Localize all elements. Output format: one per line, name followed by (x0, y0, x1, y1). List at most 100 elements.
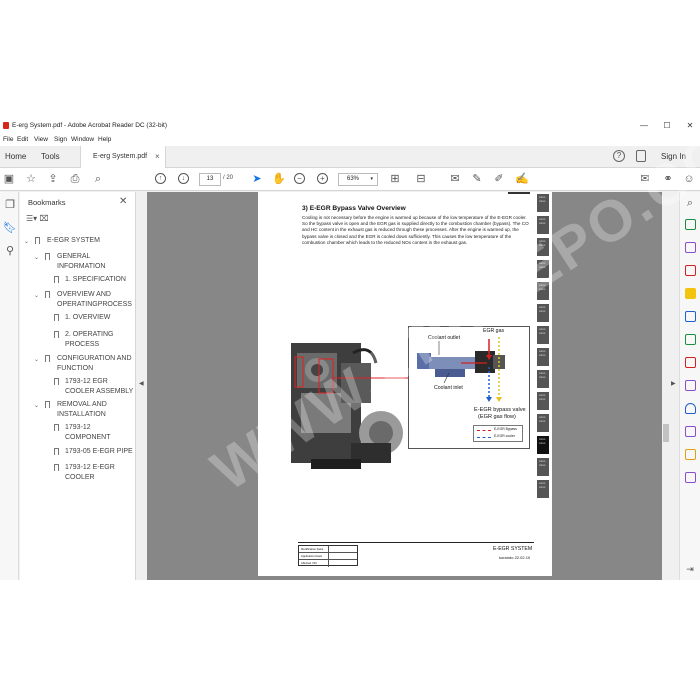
previous-page-icon[interactable]: ↑ (155, 173, 166, 184)
search-icon[interactable]: ⌕ (91, 172, 105, 186)
fill-sign-icon[interactable]: ✍ (515, 172, 529, 186)
legend-cooler-label: E-EGR cooler (494, 434, 515, 438)
chapter-tab: ▭▭ ▭▭ (536, 457, 550, 477)
vertical-scrollbar[interactable] (662, 192, 670, 580)
collapse-right-panel-icon[interactable]: ▶ (671, 380, 676, 387)
bookmark-icon (45, 401, 50, 408)
hand-tool-icon[interactable]: ✋ (272, 172, 286, 186)
menu-edit[interactable]: Edit (17, 136, 28, 143)
chevron-down-icon[interactable]: ⌄ (24, 238, 29, 245)
tab-home[interactable]: Home (5, 146, 26, 168)
export-pdf-icon[interactable] (685, 219, 696, 230)
menu-window[interactable]: Window (71, 136, 94, 143)
help-icon[interactable]: ? (613, 150, 625, 162)
close-bookmarks-button[interactable]: ✕ (119, 196, 127, 207)
chapter-tab: ▭▭ ▭▭ (536, 391, 550, 411)
collapse-left-panel-icon[interactable]: ◀ (139, 380, 144, 387)
menu-file[interactable]: File (3, 136, 13, 143)
bookmark-options-icon[interactable]: ☰▾ ⌧ (26, 214, 49, 223)
chapter-tab-active: ▭▭ ▭▭ (536, 435, 550, 455)
zoom-in-icon[interactable]: + (317, 173, 328, 184)
acrobat-window: E-erg System.pdf - Adobe Acrobat Reader … (0, 118, 700, 580)
chapter-tab: ▭▭ ▭▭ (536, 325, 550, 345)
attachments-icon[interactable]: ⚲ (3, 244, 17, 258)
footer-revision-table: Modification basis Application basis Aff… (298, 545, 358, 567)
more-tools-icon[interactable] (685, 472, 696, 483)
draw-icon[interactable]: ✐ (492, 172, 506, 186)
diagram-legend: E-EGR Bypass E-EGR cooler (473, 425, 523, 442)
bookmark-item[interactable]: CONFIGURATION AND FUNCTION (57, 354, 135, 374)
next-page-icon[interactable]: ↓ (178, 173, 189, 184)
send-for-signature-icon[interactable] (685, 426, 696, 437)
tab-tools[interactable]: Tools (41, 146, 60, 168)
menu-help[interactable]: Help (98, 136, 111, 143)
bookmark-icon (54, 448, 59, 455)
acrobat-logo-icon (3, 122, 9, 129)
redact-icon[interactable] (685, 357, 696, 368)
chevron-down-icon[interactable]: ⌄ (34, 402, 39, 409)
fill-sign-tool-icon[interactable] (685, 380, 696, 391)
legend-cooler-swatch (477, 437, 491, 438)
chapter-tab: ▭▭ ▭▭ (536, 413, 550, 433)
bookmark-icon (35, 237, 40, 244)
chevron-down-icon[interactable]: ⌄ (34, 292, 39, 299)
scroll-mode-icon[interactable]: ⊟ (414, 172, 428, 186)
footer-row: Application basis (299, 553, 357, 560)
menu-sign[interactable]: Sign (54, 136, 67, 143)
chevron-down-icon[interactable]: ⌄ (34, 254, 39, 261)
edit-pdf-icon[interactable] (685, 242, 696, 253)
bookmark-item[interactable]: 1. OVERVIEW (65, 313, 131, 323)
combine-files-icon[interactable] (685, 311, 696, 322)
bookmark-item[interactable]: OVERVIEW AND OPERATINGPROCESS (57, 290, 133, 310)
bookmarks-panel-icon[interactable]: 🔖︎ (3, 221, 17, 235)
comment-tool-icon[interactable] (685, 288, 696, 299)
legend-bypass-swatch (477, 430, 491, 431)
maximize-button[interactable]: ☐ (660, 120, 674, 131)
zoom-out-icon[interactable]: − (294, 173, 305, 184)
bookmark-item[interactable]: 2. OPERATING PROCESS (65, 330, 117, 350)
footer-title: E-EGR SYSTEM (493, 546, 533, 552)
bookmark-item[interactable]: 1793-12 COMPONENT (65, 423, 121, 443)
upload-icon[interactable]: ⇪ (46, 172, 60, 186)
bookmark-item[interactable]: GENERAL INFORMATION (57, 252, 127, 272)
print-icon[interactable]: ⎙ (68, 172, 82, 186)
bookmark-item[interactable]: E-EGR SYSTEM (47, 236, 131, 246)
scrollbar-thumb[interactable] (663, 424, 669, 442)
bookmarks-panel: Bookmarks ✕ ☰▾ ⌧ ⌄ E-EGR SYSTEM ⌄ GENERA… (20, 192, 136, 580)
close-tab-button[interactable]: × (155, 152, 160, 161)
tab-document[interactable]: E-erg System.pdf × (80, 146, 166, 168)
collapse-tools-icon[interactable]: ⇥ (683, 562, 697, 576)
page-total: / 20 (223, 175, 234, 181)
footer-subtitle: korando 22.02.10 (499, 555, 531, 560)
main-toolbar: ▣ ☆ ⇪ ⎙ ⌕ ↑ ↓ 13 / 20 ➤ ✋ − + 63% ▾ ⊞ ⊟ … (0, 168, 700, 191)
zoom-select[interactable]: 63% ▾ (338, 173, 378, 186)
highlight-pen-icon[interactable]: ✎ (470, 172, 484, 186)
chevron-down-icon[interactable]: ⌄ (34, 356, 39, 363)
bookmark-item[interactable]: REMOVAL AND INSTALLATION (57, 400, 121, 420)
window-title: E-erg System.pdf - Adobe Acrobat Reader … (12, 122, 167, 129)
menu-view[interactable]: View (34, 136, 48, 143)
save-icon[interactable]: ▣ (2, 172, 16, 186)
right-tools-rail: ⌕ ⇥ (679, 192, 700, 580)
fit-page-icon[interactable]: ⊞ (388, 172, 402, 186)
minimize-button[interactable]: — (637, 120, 651, 131)
bookmark-item[interactable]: 1793-12 E-EGR COOLER (65, 463, 121, 483)
page-number-input[interactable]: 13 (199, 173, 221, 186)
bookmark-item[interactable]: 1793-05 E-EGR PIPE (65, 447, 135, 457)
page-thumbnails-icon[interactable]: ❐ (3, 198, 17, 212)
send-for-comments-icon[interactable] (685, 449, 696, 460)
organize-pages-icon[interactable] (685, 334, 696, 345)
create-pdf-icon[interactable] (685, 265, 696, 276)
chevron-down-icon: ▾ (370, 176, 373, 182)
select-cursor-icon[interactable]: ➤ (250, 172, 264, 186)
bookmark-star-icon[interactable]: ☆ (24, 172, 38, 186)
bookmark-icon (45, 253, 50, 260)
chapter-tab: ▭▭ ▭▭ (536, 193, 550, 213)
protect-icon[interactable] (685, 403, 696, 414)
bookmark-item[interactable]: 1. SPECIFICATION (65, 275, 131, 285)
bookmark-icon (54, 464, 59, 471)
bookmark-icon (54, 276, 59, 283)
comment-icon[interactable]: ✉ (448, 172, 462, 186)
bookmark-item[interactable]: 1793-12 EGR COOLER ASSEMBLY (65, 377, 135, 397)
bookmark-icon (54, 331, 59, 338)
